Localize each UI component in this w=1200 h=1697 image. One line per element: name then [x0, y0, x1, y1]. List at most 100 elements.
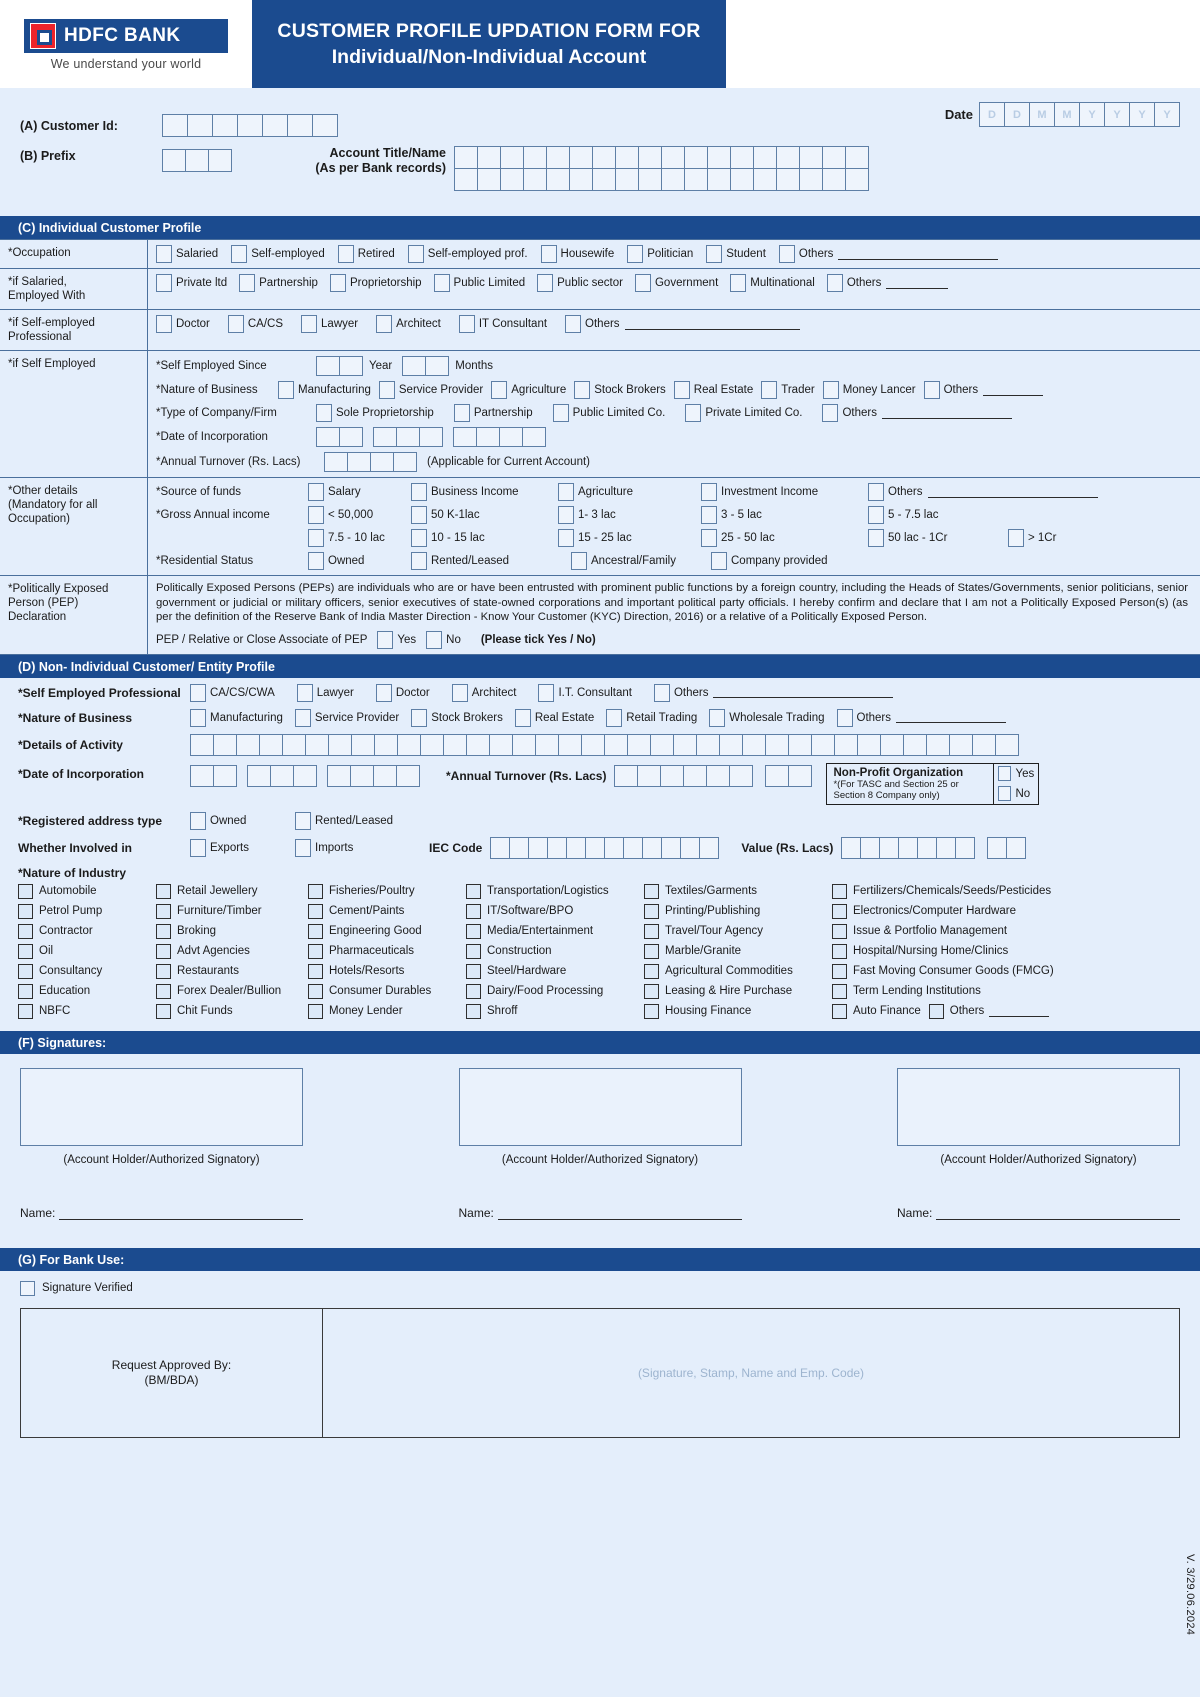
prefix-input[interactable] — [162, 149, 232, 172]
account-title-cell[interactable] — [845, 168, 869, 191]
checkbox-icon[interactable] — [644, 1003, 659, 1019]
checkbox-icon[interactable] — [308, 923, 323, 939]
d-turnover-cell[interactable] — [614, 764, 639, 787]
signature-box-3[interactable] — [897, 1067, 1180, 1146]
account-title-cell[interactable] — [845, 146, 869, 169]
industry-option-1-3[interactable]: Advt Agencies — [156, 943, 308, 959]
checkbox-icon[interactable] — [491, 381, 508, 399]
account-title-cell[interactable] — [753, 146, 777, 169]
account-title-cell[interactable] — [454, 146, 478, 169]
checkbox-icon[interactable] — [832, 943, 847, 959]
checkbox-icon[interactable] — [190, 838, 206, 857]
checkbox-icon[interactable] — [301, 315, 318, 333]
industry-option-5-2[interactable]: Issue & Portfolio Management — [832, 923, 1190, 939]
account-title-cell[interactable] — [454, 168, 478, 191]
checkbox-icon[interactable] — [606, 708, 623, 727]
industry-option-0-2[interactable]: Contractor — [18, 923, 156, 939]
customer-id-cell[interactable] — [312, 114, 338, 137]
gross-income-r1-3[interactable]: 3 - 5 lac — [701, 506, 868, 524]
details-of-activity-cell[interactable] — [765, 733, 789, 756]
d-turnover-cell[interactable] — [660, 764, 685, 787]
iec-cell[interactable] — [490, 836, 511, 859]
industry-option-2-3[interactable]: Pharmaceuticals — [308, 943, 466, 959]
account-title-cell[interactable] — [730, 168, 754, 191]
checkbox-icon[interactable] — [514, 708, 531, 727]
account-title-cell[interactable] — [523, 146, 547, 169]
if-salaried-1[interactable]: Partnership — [239, 274, 318, 292]
industry-option-5-6[interactable]: Auto Finance Others — [832, 1003, 1190, 1019]
industry-option-5-5[interactable]: Term Lending Institutions — [832, 983, 1190, 999]
d-annual-turnover-input[interactable] — [614, 764, 754, 787]
iec-cell[interactable] — [642, 836, 663, 859]
checkbox-icon[interactable] — [411, 483, 427, 501]
checkbox-icon[interactable] — [458, 315, 475, 333]
customer-id-input[interactable] — [162, 114, 338, 137]
name-field-3[interactable]: Name: — [897, 1206, 1180, 1220]
checkbox-icon[interactable] — [411, 708, 428, 727]
account-title-cell[interactable] — [500, 146, 524, 169]
doi-year-cell[interactable] — [499, 427, 523, 447]
turnover-cell[interactable] — [324, 452, 348, 472]
account-title-input-row2[interactable] — [454, 168, 869, 191]
iec-cell[interactable] — [509, 836, 530, 859]
details-of-activity-cell[interactable] — [374, 733, 398, 756]
d-reg-addr-options[interactable]: Owned Rented/Leased — [190, 811, 445, 830]
details-of-activity-cell[interactable] — [420, 733, 444, 756]
industry-option-1-0[interactable]: Retail Jewellery — [156, 883, 308, 899]
gross-income-r1-1[interactable]: 50 K-1lac — [411, 506, 558, 524]
account-title-cell[interactable] — [730, 146, 754, 169]
npo-yes-checkbox[interactable] — [998, 766, 1012, 781]
details-of-activity-cell[interactable] — [788, 733, 812, 756]
pep-no-checkbox[interactable] — [426, 630, 443, 649]
date-cell-1[interactable]: D — [1004, 102, 1030, 127]
year-cell[interactable] — [339, 356, 363, 376]
d-registered-address-1[interactable]: Rented/Leased — [295, 811, 445, 830]
checkbox-icon[interactable] — [868, 483, 884, 501]
date-cell-3[interactable]: M — [1054, 102, 1080, 127]
others-input[interactable] — [881, 408, 1012, 419]
checkbox-icon[interactable] — [18, 963, 33, 979]
industry-option-5-4[interactable]: Fast Moving Consumer Goods (FMCG) — [832, 963, 1190, 979]
npo-no-row[interactable]: No — [996, 785, 1036, 802]
details-of-activity-cell[interactable] — [995, 733, 1019, 756]
type-of-company-1[interactable]: Partnership — [453, 404, 533, 422]
doi-year-cell[interactable] — [522, 427, 546, 447]
d-doi-year-input[interactable] — [327, 764, 420, 787]
details-of-activity-cell[interactable] — [834, 733, 858, 756]
checkbox-icon[interactable] — [537, 274, 554, 292]
checkbox-icon[interactable] — [316, 404, 332, 422]
checkbox-icon[interactable] — [294, 708, 311, 727]
occupation-3[interactable]: Self-employed prof. — [407, 245, 528, 263]
account-title-cell[interactable] — [822, 146, 846, 169]
checkbox-icon[interactable] — [378, 381, 395, 399]
industry-option-2-6[interactable]: Money Lender — [308, 1003, 466, 1019]
doi-month-cell[interactable] — [419, 427, 443, 447]
checkbox-icon[interactable] — [18, 1003, 33, 1019]
checkbox-icon[interactable] — [278, 381, 294, 399]
others-input[interactable] — [838, 249, 999, 260]
checkbox-icon[interactable] — [18, 983, 33, 999]
doi-day-cell[interactable] — [339, 427, 363, 447]
industry-option-4-2[interactable]: Travel/Tour Agency — [644, 923, 832, 939]
details-of-activity-cell[interactable] — [903, 733, 927, 756]
nature-of-business-6[interactable]: Money Lancer — [822, 381, 916, 399]
details-of-activity-cell[interactable] — [328, 733, 352, 756]
checkbox-icon[interactable] — [156, 943, 171, 959]
checkbox-icon[interactable] — [558, 506, 574, 524]
account-title-cell[interactable] — [592, 146, 616, 169]
d-involved-options[interactable]: Exports Imports — [190, 838, 415, 857]
nature-of-business-4[interactable]: Real Estate — [673, 381, 753, 399]
account-title-cell[interactable] — [546, 168, 570, 191]
self-employed-prof-1[interactable]: CA/CS — [227, 315, 283, 333]
checkbox-icon[interactable] — [709, 708, 726, 727]
checkbox-icon[interactable] — [540, 245, 557, 263]
checkbox-icon[interactable] — [18, 923, 33, 939]
d-self-employed-prof-others[interactable]: Others — [653, 683, 894, 702]
industry-option-4-5[interactable]: Leasing & Hire Purchase — [644, 983, 832, 999]
value-cell[interactable] — [860, 836, 881, 859]
d-nature-of-business-3[interactable]: Real Estate — [514, 708, 594, 727]
date-cell-0[interactable]: D — [979, 102, 1005, 127]
checkbox-icon[interactable] — [730, 274, 747, 292]
industry-option-0-3[interactable]: Oil — [18, 943, 156, 959]
source-of-funds-0[interactable]: Salary — [308, 483, 411, 501]
